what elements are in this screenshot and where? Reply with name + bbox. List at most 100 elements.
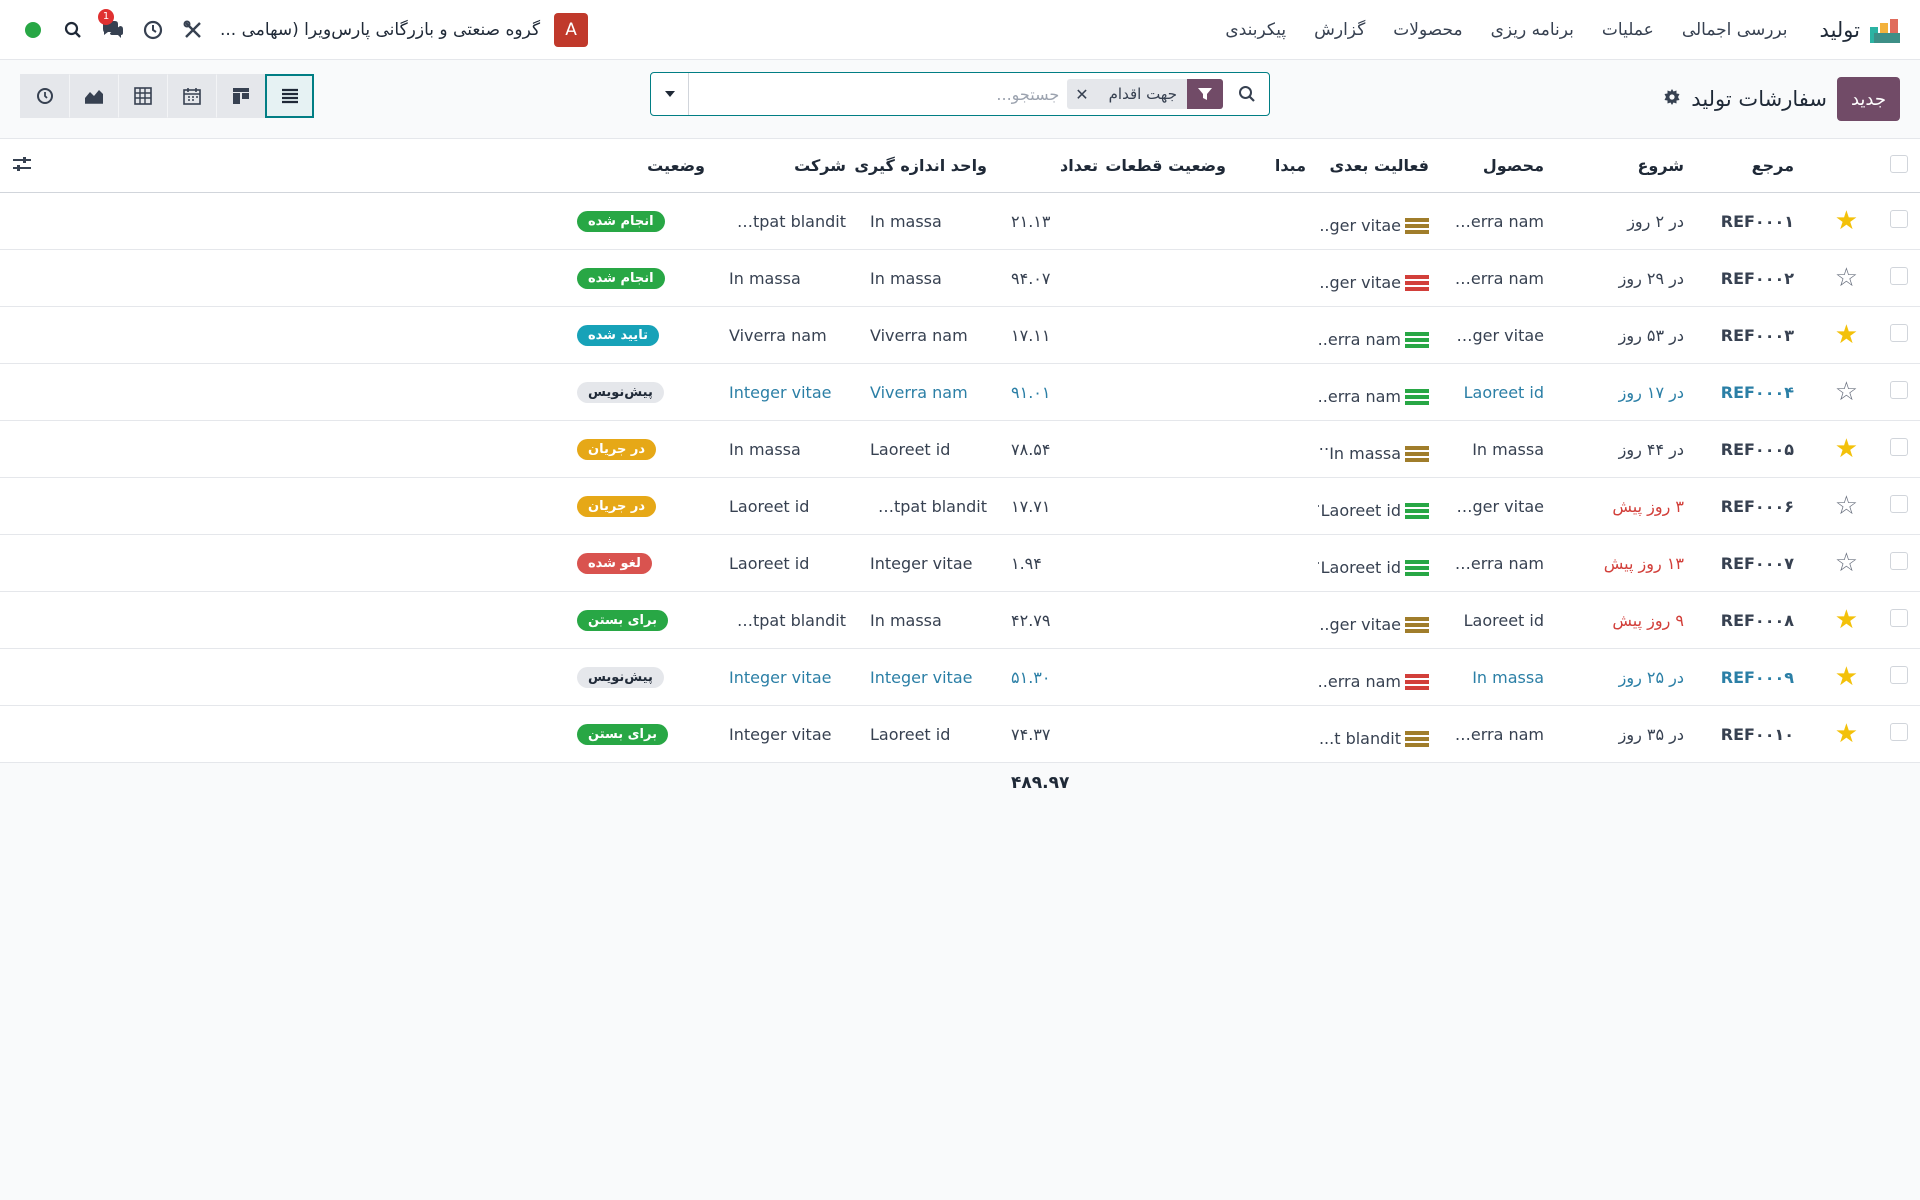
activity-status-icon[interactable]: [1405, 730, 1429, 748]
user-avatar[interactable]: A: [554, 12, 589, 47]
row-checkbox[interactable]: [1890, 723, 1908, 741]
menu-item-products[interactable]: محصولات: [1379, 20, 1476, 40]
view-switcher: [20, 74, 314, 118]
activity-status-icon[interactable]: [1405, 502, 1429, 520]
search-options-toggle[interactable]: [651, 73, 689, 115]
cell-start: در ۲۹ روز: [1618, 268, 1684, 288]
menu-item-reporting[interactable]: گزارش: [1300, 20, 1379, 40]
favorite-star-icon[interactable]: ☆: [1835, 491, 1858, 521]
favorite-star-icon[interactable]: ☆: [1835, 548, 1858, 578]
cell-next-activity[interactable]: Laoreet id: [1318, 478, 1441, 535]
table-row[interactable]: ☆ REF۰۰۰۷ ۱۳ روز پیش Viverra nam Laoreet…: [0, 535, 1920, 592]
search-input[interactable]: [689, 84, 1068, 104]
app-brand[interactable]: تولید: [1820, 18, 1904, 43]
row-checkbox[interactable]: [1890, 609, 1908, 627]
clock-icon[interactable]: [140, 17, 166, 43]
favorite-star-icon[interactable]: ★: [1835, 206, 1858, 236]
activity-status-icon[interactable]: [1405, 445, 1429, 463]
list-view-icon[interactable]: [265, 74, 314, 118]
chat-icon[interactable]: 1: [98, 8, 126, 43]
row-checkbox[interactable]: [1890, 438, 1908, 456]
favorite-star-icon[interactable]: ☆: [1835, 377, 1858, 407]
favorite-star-icon[interactable]: ★: [1835, 662, 1858, 692]
table-row[interactable]: ☆ REF۰۰۰۶ ۳ روز پیش Integer vitae Laoree…: [0, 477, 1920, 535]
graph-view-icon[interactable]: [69, 74, 118, 118]
cell-next-activity[interactable]: ...ger vitae: [1318, 250, 1441, 307]
favorite-star-icon[interactable]: ★: [1835, 605, 1858, 635]
row-checkbox-cell: [1870, 364, 1920, 421]
table-row[interactable]: ☆ REF۰۰۰۲ در ۲۹ روز Viverra nam ...ger v…: [0, 249, 1920, 307]
cell-next-activity[interactable]: ...ger vitae: [1318, 592, 1441, 649]
activity-status-icon[interactable]: [1405, 388, 1429, 406]
column-header-next-activity[interactable]: فعالیت بعدی: [1318, 139, 1441, 193]
column-header-product[interactable]: محصول: [1441, 139, 1556, 193]
row-checkbox[interactable]: [1890, 324, 1908, 342]
menu-item-operations[interactable]: عملیات: [1588, 20, 1668, 40]
table-row[interactable]: ★ REF۰۰۰۹ در ۲۵ روز In massa ...erra nam…: [0, 649, 1920, 706]
cell-company: Integer vitae: [729, 724, 832, 744]
column-header-status[interactable]: وضعیت: [565, 139, 717, 193]
favorite-column-header: [1806, 139, 1870, 193]
cell-start: در ۳۵ روز: [1618, 724, 1684, 744]
column-header-company[interactable]: شرکت: [717, 139, 858, 193]
favorite-star-icon[interactable]: ★: [1835, 719, 1858, 749]
row-checkbox-cell: [1870, 649, 1920, 706]
cell-next-activity[interactable]: In massa: [1318, 421, 1441, 478]
favorite-cell: ★: [1806, 421, 1870, 478]
calendar-view-icon[interactable]: [167, 74, 216, 118]
favorite-star-icon[interactable]: ☆: [1835, 263, 1858, 293]
column-header-quantity[interactable]: تعداد: [999, 139, 1110, 193]
favorite-star-icon[interactable]: ★: [1835, 434, 1858, 464]
cell-next-activity[interactable]: ...erra nam: [1318, 364, 1441, 421]
tools-icon[interactable]: [180, 17, 206, 43]
menu-item-planning[interactable]: برنامه ریزی: [1477, 20, 1588, 40]
new-button[interactable]: جدید: [1836, 77, 1900, 121]
column-header-uom[interactable]: واحد اندازه گیری: [854, 139, 999, 193]
activity-status-icon[interactable]: [1405, 331, 1429, 349]
column-header-start[interactable]: شروع: [1556, 139, 1696, 193]
cell-next-activity[interactable]: ...erra nam: [1318, 649, 1441, 706]
pivot-view-icon[interactable]: [118, 74, 167, 118]
table-row[interactable]: ★ REF۰۰۰۸ ۹ روز پیش Laoreet id ...ger vi…: [0, 591, 1920, 649]
company-switcher[interactable]: گروه صنعتی و بازرگانی پارس‌ویرا (سهامی .…: [220, 20, 540, 40]
column-header-source[interactable]: مبدا: [1238, 139, 1318, 193]
search-submit-icon[interactable]: [1225, 85, 1269, 103]
row-checkbox[interactable]: [1890, 210, 1908, 228]
cell-next-activity[interactable]: ...erra nam: [1318, 307, 1441, 364]
table-row[interactable]: ★ REF۰۰۰۱ در ۲ روز Viverra nam ...ger vi…: [0, 193, 1920, 250]
table-row[interactable]: ★ REF۰۰۰۵ در ۴۴ روز In massa In massa ۷۸…: [0, 421, 1920, 478]
cell-next-activity[interactable]: ...ger vitae: [1318, 193, 1441, 250]
kanban-view-icon[interactable]: [216, 74, 265, 118]
search-icon[interactable]: [60, 17, 86, 43]
optional-columns-toggle-icon[interactable]: [12, 156, 32, 176]
row-checkbox[interactable]: [1890, 552, 1908, 570]
select-all-checkbox[interactable]: [1890, 154, 1908, 173]
column-header-component-status[interactable]: وضعیت قطعات: [1105, 139, 1238, 193]
cell-component-status: [1110, 421, 1238, 478]
row-checkbox[interactable]: [1890, 381, 1908, 399]
activity-status-icon[interactable]: [1405, 673, 1429, 691]
table-row[interactable]: ★ REF۰۰۱۰ در ۳۵ روز Viverra nam ...t bla…: [0, 705, 1920, 763]
activity-status-icon[interactable]: [1405, 616, 1429, 634]
cell-company: Integer vitae: [729, 382, 832, 402]
cell-next-activity[interactable]: Laoreet id: [1318, 535, 1441, 592]
row-checkbox[interactable]: [1890, 666, 1908, 684]
activity-status-icon[interactable]: [1405, 217, 1429, 235]
row-checkbox[interactable]: [1890, 267, 1908, 285]
row-checkbox[interactable]: [1890, 495, 1908, 513]
column-header-reference[interactable]: مرجع: [1696, 139, 1806, 193]
activity-view-icon[interactable]: [20, 74, 69, 118]
cell-next-activity[interactable]: ...t blandit: [1318, 706, 1441, 763]
favorite-star-icon[interactable]: ★: [1835, 320, 1858, 350]
activity-status-icon[interactable]: [1405, 559, 1429, 577]
facet-remove-icon[interactable]: ✕: [1067, 85, 1098, 104]
table-row[interactable]: ★ REF۰۰۰۳ در ۵۳ روز Integer vitae ...err…: [0, 307, 1920, 364]
cell-reference: REF۰۰۰۴: [1720, 382, 1794, 402]
activity-status-icon[interactable]: [1405, 274, 1429, 292]
gear-icon[interactable]: [1663, 88, 1681, 110]
menu-item-configuration[interactable]: پیکربندی: [1211, 20, 1300, 40]
cell-component-status: [1110, 478, 1238, 535]
cell-quantity: ۱.۹۴: [1011, 553, 1042, 573]
menu-item-overview[interactable]: بررسی اجمالی: [1668, 20, 1802, 40]
table-row[interactable]: ☆ REF۰۰۰۴ در ۱۷ روز Laoreet id ...erra n…: [0, 363, 1920, 421]
